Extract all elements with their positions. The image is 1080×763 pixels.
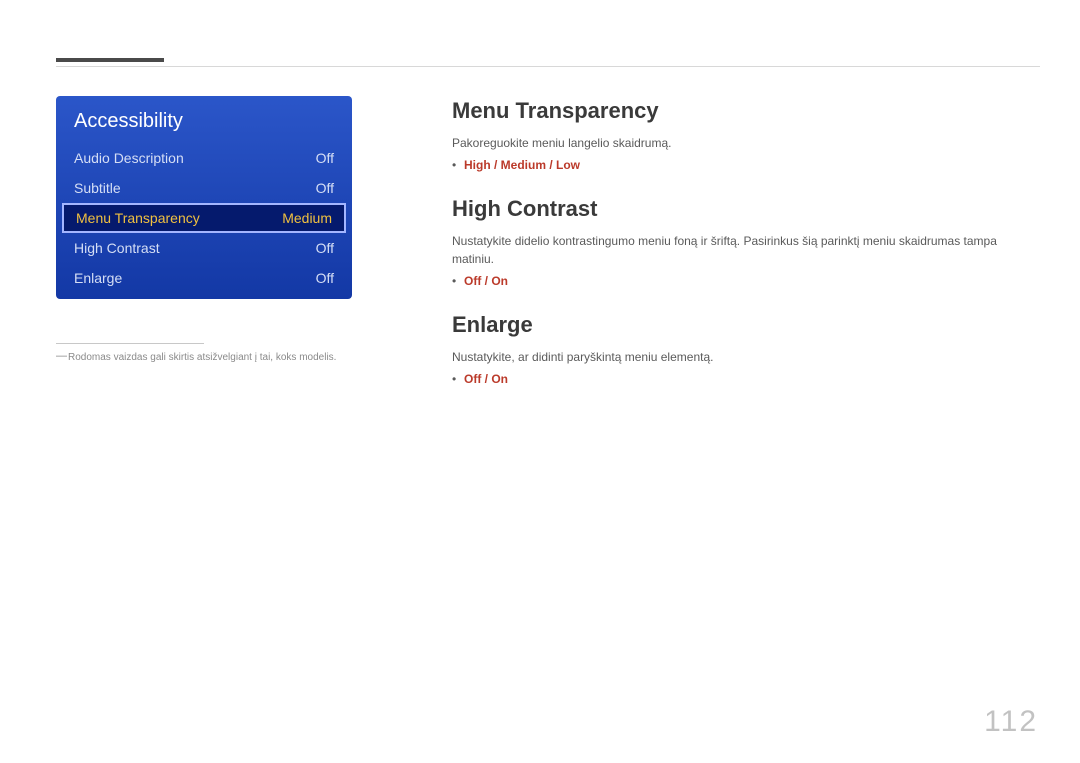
section-title-enlarge: Enlarge [452, 312, 1040, 338]
menu-row-value: Off [316, 240, 334, 256]
footnote-rule [56, 343, 204, 344]
menu-title: Accessibility [56, 96, 352, 143]
accessibility-menu: Accessibility Audio Description Off Subt… [56, 96, 352, 299]
menu-row-high-contrast[interactable]: High Contrast Off [56, 233, 352, 263]
menu-row-value: Off [316, 270, 334, 286]
menu-row-label: Menu Transparency [76, 210, 200, 226]
menu-row-value: Off [316, 180, 334, 196]
menu-row-subtitle[interactable]: Subtitle Off [56, 173, 352, 203]
menu-row-audio-description[interactable]: Audio Description Off [56, 143, 352, 173]
section-title-high-contrast: High Contrast [452, 196, 1040, 222]
section-desc: Nustatykite, ar didinti paryškintą meniu… [452, 348, 1040, 366]
section-desc: Pakoreguokite meniu langelio skaidrumą. [452, 134, 1040, 152]
menu-row-label: High Contrast [74, 240, 160, 256]
menu-row-label: Subtitle [74, 180, 121, 196]
menu-row-label: Enlarge [74, 270, 122, 286]
header-rule [56, 66, 1040, 67]
menu-row-enlarge[interactable]: Enlarge Off [56, 263, 352, 293]
header-accent-bar [56, 58, 164, 62]
menu-row-menu-transparency[interactable]: Menu Transparency Medium [62, 203, 346, 233]
section-title-menu-transparency: Menu Transparency [452, 98, 1040, 124]
right-column: Menu Transparency Pakoreguokite meniu la… [452, 98, 1040, 410]
page-number: 112 [984, 705, 1038, 739]
menu-row-value: Medium [282, 210, 332, 226]
section-options: Off / On [452, 372, 1040, 386]
section-desc: Nustatykite didelio kontrastingumo meniu… [452, 232, 1040, 268]
section-options: High / Medium / Low [452, 158, 1040, 172]
section-options: Off / On [452, 274, 1040, 288]
left-column: Accessibility Audio Description Off Subt… [56, 96, 352, 363]
menu-row-label: Audio Description [74, 150, 184, 166]
footnote-text: Rodomas vaizdas gali skirtis atsižvelgia… [56, 352, 352, 363]
menu-row-value: Off [316, 150, 334, 166]
